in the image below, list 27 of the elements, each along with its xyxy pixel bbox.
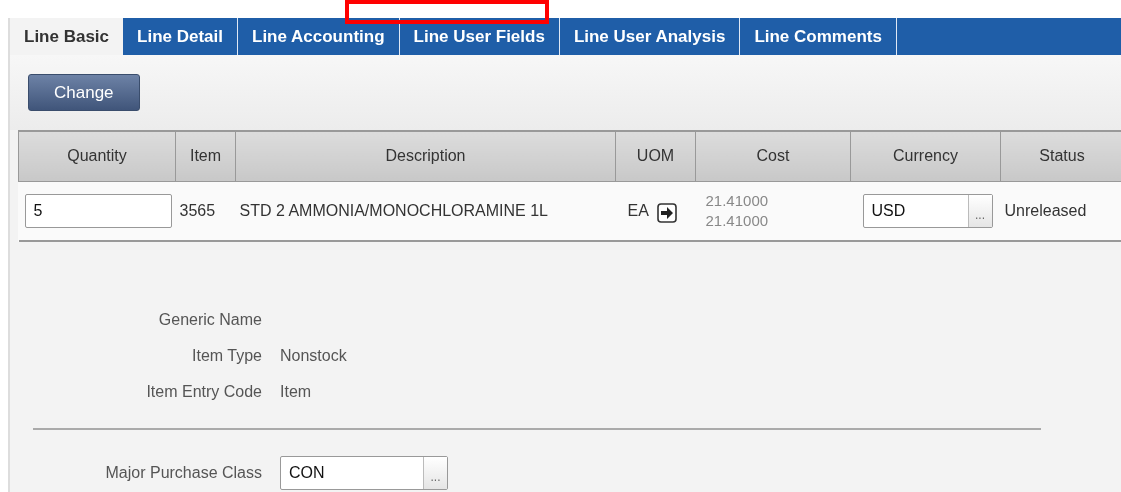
- status-text: Unreleased: [1004, 201, 1087, 219]
- lookup-button[interactable]: ...: [967, 194, 992, 227]
- column-header: Quantity: [18, 131, 176, 181]
- column-header: Cost: [695, 131, 851, 181]
- enter-icon[interactable]: [656, 202, 677, 223]
- field-label: Generic Name: [157, 310, 262, 330]
- currency-field[interactable]: USD ...: [862, 193, 993, 228]
- lookup-button[interactable]: ...: [423, 457, 447, 489]
- column-header: Item: [175, 131, 236, 181]
- purchase-class-field[interactable]: CON ...: [280, 456, 448, 490]
- field-value: Item: [280, 382, 313, 402]
- column-header: Description: [235, 131, 616, 181]
- item-description: STD 2 AMMONIA/MONOCHLORAMINE 1L: [239, 201, 548, 219]
- field-label: Item Type: [191, 346, 262, 366]
- column-header: Currency: [850, 131, 1001, 181]
- field-value: Nonstock: [280, 346, 348, 366]
- item-number: 3565: [179, 201, 216, 219]
- cost-value: 21.41000: [705, 191, 770, 211]
- quantity-field: 5: [24, 193, 172, 228]
- change-button[interactable]: Change: [28, 74, 140, 111]
- field-label: Item Entry Code: [145, 382, 262, 402]
- column-header: UOM: [615, 131, 696, 181]
- column-header: Status: [1000, 131, 1121, 181]
- field-label: Major Purchase Class: [104, 463, 262, 483]
- cost-value: 21.41000: [705, 210, 770, 231]
- tab[interactable]: Line Basic: [10, 18, 124, 55]
- unit-of-measure: EA: [627, 200, 649, 221]
